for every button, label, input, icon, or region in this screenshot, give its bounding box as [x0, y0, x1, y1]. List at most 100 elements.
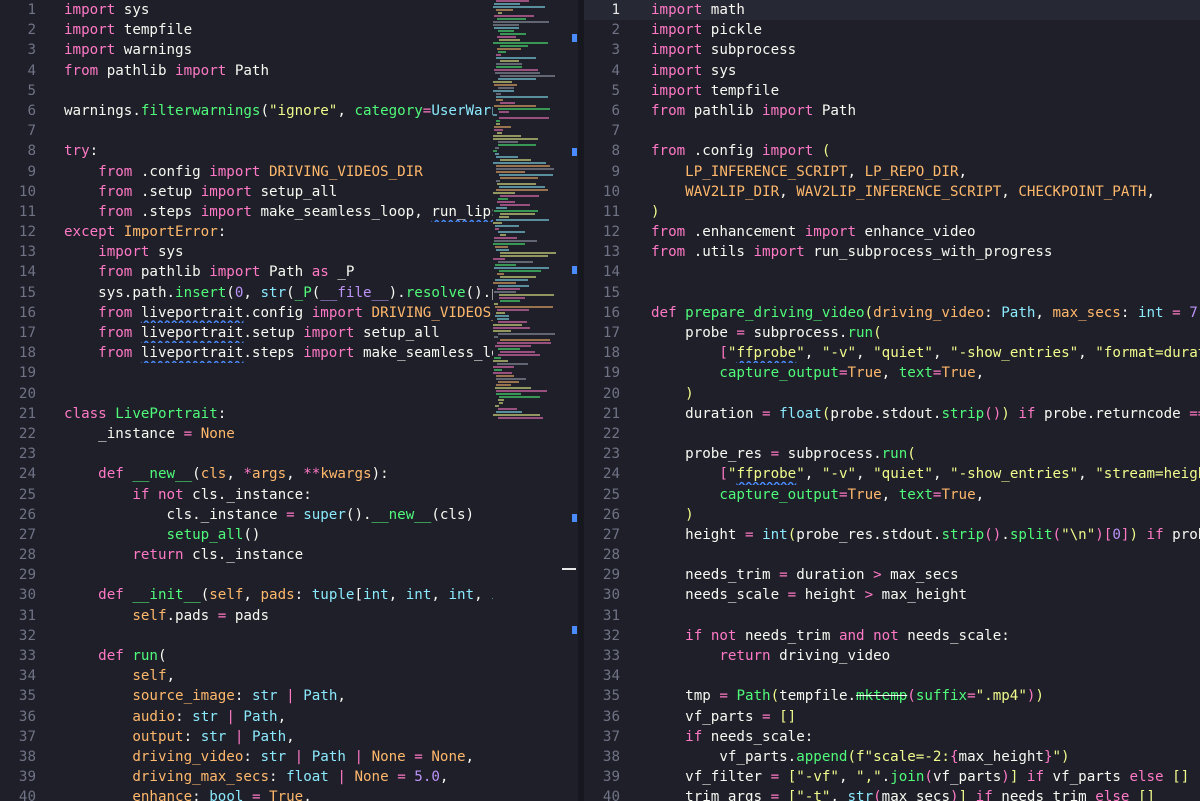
- code-text[interactable]: tmp = Path(tempfile.mktemp(suffix=".mp4"…: [651, 686, 1044, 706]
- code-line[interactable]: 21 class LivePortrait:: [0, 404, 493, 424]
- code-text[interactable]: from liveportrait.setup import setup_all: [64, 323, 440, 343]
- code-line[interactable]: 38 vf_parts.append(f"scale=-2:{max_heigh…: [584, 747, 1200, 767]
- code-text[interactable]: from .steps import make_seamless_loop, r…: [64, 202, 493, 222]
- code-text[interactable]: self.pads = pads: [64, 606, 269, 626]
- code-line[interactable]: 3 import subprocess: [584, 40, 1200, 60]
- code-area-right[interactable]: 1 import math 2 import pickle 3 import subpro…: [584, 0, 1200, 801]
- code-line[interactable]: 35 tmp = Path(tempfile.mktemp(suffix=".m…: [584, 686, 1200, 706]
- code-text[interactable]: probe = subprocess.run(: [651, 323, 881, 343]
- code-text[interactable]: import sys: [64, 242, 183, 262]
- code-line[interactable]: 24 ["ffprobe", "-v", "quiet", "-show_ent…: [584, 464, 1200, 484]
- code-line[interactable]: 14: [584, 262, 1200, 282]
- code-text[interactable]: from pathlib import Path as _P: [64, 262, 354, 282]
- code-text[interactable]: import tempfile: [64, 20, 192, 40]
- code-line[interactable]: 23 probe_res = subprocess.run(: [584, 444, 1200, 464]
- code-line[interactable]: 11 from .steps import make_seamless_loop…: [0, 202, 493, 222]
- code-line[interactable]: 33 return driving_video: [584, 646, 1200, 666]
- code-line[interactable]: 19: [0, 363, 493, 383]
- code-text[interactable]: def __new__(cls, *args, **kwargs):: [64, 464, 388, 484]
- code-line[interactable]: 13 from .utils import run_subprocess_with…: [584, 242, 1200, 262]
- code-line[interactable]: 7: [584, 121, 1200, 141]
- code-text[interactable]: class LivePortrait:: [64, 404, 226, 424]
- code-line[interactable]: 31: [584, 606, 1200, 626]
- code-line[interactable]: 1 import math: [584, 0, 1200, 21]
- code-line[interactable]: 9 from .config import DRIVING_VIDEOS_DIR: [0, 162, 493, 182]
- code-line[interactable]: 17 from liveportrait.setup import setup_…: [0, 323, 493, 343]
- editor-pane-left[interactable]: 1 import sys 2 import tempfile 3 import warni…: [0, 0, 578, 801]
- code-line[interactable]: 27 setup_all(): [0, 525, 493, 545]
- code-line[interactable]: 36 audio: str | Path,: [0, 707, 493, 727]
- code-text[interactable]: import warnings: [64, 40, 192, 60]
- code-text[interactable]: vf_parts = []: [651, 707, 796, 727]
- code-text[interactable]: duration = float(probe.stdout.strip()) i…: [651, 404, 1200, 424]
- code-line[interactable]: 19 capture_output=True, text=True,: [584, 363, 1200, 383]
- code-text[interactable]: self,: [64, 666, 175, 686]
- code-line[interactable]: 26 cls._instance = super().__new__(cls): [0, 505, 493, 525]
- code-line[interactable]: 30 def __init__(self, pads: tuple[int, i…: [0, 585, 493, 605]
- code-line[interactable]: 28: [584, 545, 1200, 565]
- code-text[interactable]: height = int(probe_res.stdout.strip().sp…: [651, 525, 1200, 545]
- code-line[interactable]: 15: [584, 283, 1200, 303]
- code-text[interactable]: if not cls._instance:: [64, 485, 311, 505]
- code-text[interactable]: audio: str | Path,: [64, 707, 286, 727]
- code-line[interactable]: 12 except ImportError:: [0, 222, 493, 242]
- code-text[interactable]: from pathlib import Path: [64, 61, 269, 81]
- code-text[interactable]: from .config import (: [651, 141, 830, 161]
- code-text[interactable]: if not needs_trim and not needs_scale:: [651, 626, 1010, 646]
- code-line[interactable]: 21 duration = float(probe.stdout.strip()…: [584, 404, 1200, 424]
- code-text[interactable]: driving_max_secs: float | None = 5.0,: [64, 767, 448, 787]
- code-text[interactable]: sys.path.insert(0, str(_P(__file__).reso…: [64, 283, 493, 303]
- code-line[interactable]: 22 _instance = None: [0, 424, 493, 444]
- code-text[interactable]: ): [651, 384, 694, 404]
- code-line[interactable]: 16 def prepare_driving_video(driving_vide…: [584, 303, 1200, 323]
- code-line[interactable]: 10 WAV2LIP_DIR, WAV2LIP_INFERENCE_SCRIPT…: [584, 182, 1200, 202]
- code-line[interactable]: 27 height = int(probe_res.stdout.strip()…: [584, 525, 1200, 545]
- code-line[interactable]: 20: [0, 384, 493, 404]
- code-line[interactable]: 40 enhance: bool = True,: [0, 787, 493, 801]
- code-text[interactable]: warnings.filterwarnings("ignore", catego…: [64, 101, 493, 121]
- code-text[interactable]: output: str | Path,: [64, 727, 294, 747]
- code-line[interactable]: 5: [0, 81, 493, 101]
- code-line[interactable]: 35 source_image: str | Path,: [0, 686, 493, 706]
- code-line[interactable]: 24 def __new__(cls, *args, **kwargs):: [0, 464, 493, 484]
- code-text[interactable]: if needs_scale:: [651, 727, 813, 747]
- code-text[interactable]: import tempfile: [651, 81, 779, 101]
- code-text[interactable]: WAV2LIP_DIR, WAV2LIP_INFERENCE_SCRIPT, C…: [651, 182, 1155, 202]
- code-text[interactable]: from pathlib import Path: [651, 101, 856, 121]
- code-text[interactable]: def run(: [64, 646, 166, 666]
- code-text[interactable]: return cls._instance: [64, 545, 303, 565]
- code-line[interactable]: 39 vf_filter = ["-vf", ",".join(vf_parts…: [584, 767, 1200, 787]
- code-text[interactable]: ): [651, 202, 660, 222]
- code-line[interactable]: 18 ["ffprobe", "-v", "quiet", "-show_ent…: [584, 343, 1200, 363]
- code-line[interactable]: 13 import sys: [0, 242, 493, 262]
- code-text[interactable]: def __init__(self, pads: tuple[int, int,…: [64, 585, 493, 605]
- code-line[interactable]: 10 from .setup import setup_all: [0, 182, 493, 202]
- code-line[interactable]: 7: [0, 121, 493, 141]
- code-line[interactable]: 22: [584, 424, 1200, 444]
- code-line[interactable]: 38 driving_video: str | Path | None = No…: [0, 747, 493, 767]
- code-text[interactable]: capture_output=True, text=True,: [651, 485, 984, 505]
- code-text[interactable]: import pickle: [651, 20, 762, 40]
- code-line[interactable]: 2 import tempfile: [0, 20, 493, 40]
- code-text[interactable]: from .config import DRIVING_VIDEOS_DIR: [64, 162, 423, 182]
- code-text[interactable]: def prepare_driving_video(driving_video:…: [651, 303, 1200, 323]
- code-text[interactable]: enhance: bool = True,: [64, 787, 311, 801]
- code-text[interactable]: cls._instance = super().__new__(cls): [64, 505, 474, 525]
- code-line[interactable]: 37 output: str | Path,: [0, 727, 493, 747]
- code-text[interactable]: from liveportrait.config import DRIVING_…: [64, 303, 493, 323]
- code-line[interactable]: 29: [0, 565, 493, 585]
- code-text[interactable]: from liveportrait.steps import make_seam…: [64, 343, 493, 363]
- code-area-left[interactable]: 1 import sys 2 import tempfile 3 import warni…: [0, 0, 578, 801]
- code-text[interactable]: from .setup import setup_all: [64, 182, 337, 202]
- code-line[interactable]: 26 ): [584, 505, 1200, 525]
- code-line[interactable]: 6 warnings.filterwarnings("ignore", categ…: [0, 101, 493, 121]
- code-text[interactable]: return driving_video: [651, 646, 890, 666]
- code-text[interactable]: setup_all(): [64, 525, 261, 545]
- code-text[interactable]: driving_video: str | Path | None = None,: [64, 747, 474, 767]
- code-text[interactable]: vf_filter = ["-vf", ",".join(vf_parts)] …: [651, 767, 1189, 787]
- code-line[interactable]: 32 if not needs_trim and not needs_scale…: [584, 626, 1200, 646]
- code-line[interactable]: 23: [0, 444, 493, 464]
- code-line[interactable]: 25 if not cls._instance:: [0, 485, 493, 505]
- editor-pane-right[interactable]: 1 import math 2 import pickle 3 import subpro…: [584, 0, 1200, 801]
- code-text[interactable]: _instance = None: [64, 424, 235, 444]
